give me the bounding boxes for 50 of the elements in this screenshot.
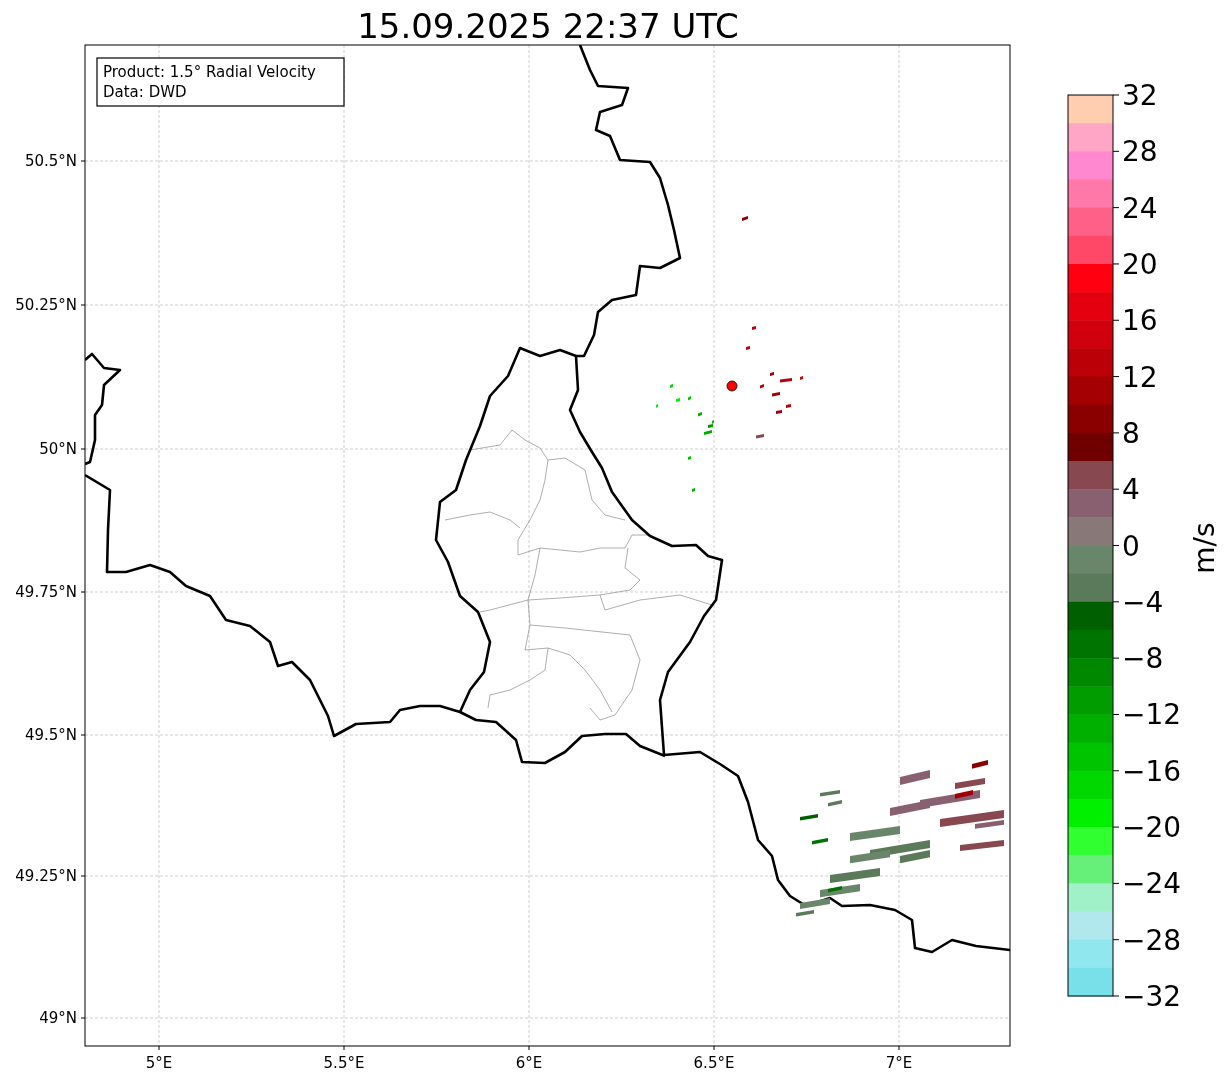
latitude-tick-label: 49°N xyxy=(39,1009,77,1027)
colorbar-tick-label: 0 xyxy=(1122,529,1140,563)
tick-mark xyxy=(1112,207,1120,209)
tick-mark xyxy=(1112,432,1120,434)
colorbar-tick-label: 20 xyxy=(1122,247,1158,281)
latitude-tick-label: 50.25°N xyxy=(15,296,77,314)
tick-mark xyxy=(1112,376,1120,378)
longitude-tick-label: 6.5°E xyxy=(693,1054,735,1072)
tick-mark xyxy=(1112,319,1120,321)
colorbar-tick-label: 28 xyxy=(1122,135,1158,169)
latitude-tick-label: 49.25°N xyxy=(15,867,77,885)
colorbar-tick-label: 12 xyxy=(1122,360,1158,394)
tick-mark xyxy=(1112,488,1120,490)
tick-mark xyxy=(1112,601,1120,603)
longitude-tick-label: 5.5°E xyxy=(323,1054,365,1072)
tick-mark xyxy=(1112,713,1120,715)
latitude-tick-label: 50.5°N xyxy=(24,152,77,170)
latitude-tick-label: 49.5°N xyxy=(24,726,77,744)
colorbar-unit-label: m/s xyxy=(1188,522,1221,574)
tick-mark xyxy=(1112,263,1120,265)
tick-mark xyxy=(1112,657,1120,659)
chart-title: 15.09.2025 22:37 UTC xyxy=(357,6,739,46)
legend-text: Product: 1.5° Radial Velocity xyxy=(103,63,316,81)
colorbar-tick-label: −4 xyxy=(1122,585,1164,619)
colorbar-tick-label: 16 xyxy=(1122,304,1158,338)
colorbar-tick-label: −24 xyxy=(1122,867,1182,901)
longitude-tick-label: 6°E xyxy=(515,1054,543,1072)
colorbar-tick-label: 24 xyxy=(1122,191,1158,225)
longitude-tick-label: 5°E xyxy=(145,1054,173,1072)
colorbar-tick-label: −8 xyxy=(1122,642,1164,676)
tick-mark xyxy=(1112,882,1120,884)
tick-mark xyxy=(1112,826,1120,828)
colorbar-tick-label: −32 xyxy=(1122,980,1182,1013)
tick-mark xyxy=(1112,770,1120,772)
latitude-tick-label: 50°N xyxy=(39,440,77,458)
longitude-tick-label: 7°E xyxy=(885,1054,913,1072)
colorbar-tick-label: 4 xyxy=(1122,473,1140,507)
tick-mark xyxy=(1112,94,1120,96)
colorbar-tick-label: −16 xyxy=(1122,754,1182,788)
colorbar-tick-label: −20 xyxy=(1122,811,1182,845)
colorbar-tick-label: −12 xyxy=(1122,698,1182,732)
tick-mark xyxy=(1112,545,1120,546)
tick-mark xyxy=(1112,150,1120,152)
tick-mark xyxy=(1112,995,1120,997)
tick-mark xyxy=(1112,939,1120,941)
colorbar-tick-label: 32 xyxy=(1122,79,1158,112)
colorbar-tick-label: 8 xyxy=(1122,416,1140,450)
colorbar-tick-label: −28 xyxy=(1122,923,1182,957)
latitude-tick-label: 49.75°N xyxy=(15,583,77,601)
legend-text: Data: DWD xyxy=(103,83,187,101)
